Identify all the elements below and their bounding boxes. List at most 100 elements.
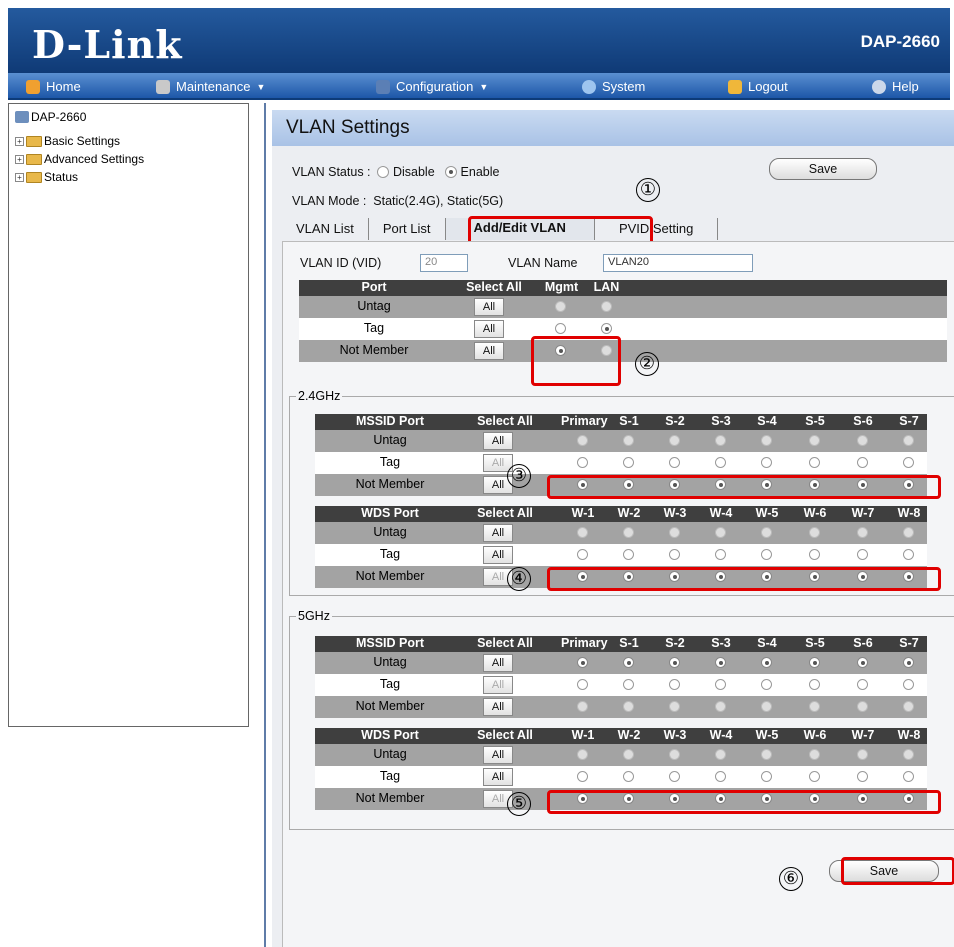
port-radio[interactable] — [669, 749, 680, 760]
menu-help[interactable]: Help — [872, 79, 919, 94]
port-radio[interactable] — [809, 749, 820, 760]
select-all-button[interactable]: All — [483, 654, 513, 672]
expand-icon[interactable]: + — [15, 136, 24, 146]
port-radio[interactable] — [903, 679, 914, 690]
port-radio[interactable] — [577, 435, 588, 446]
vid-input[interactable]: 20 — [420, 254, 468, 272]
select-all-button[interactable]: All — [483, 432, 513, 450]
mgmt-radio[interactable] — [555, 301, 566, 312]
tab-vlan-list[interactable]: VLAN List — [282, 218, 369, 240]
port-radio[interactable] — [761, 457, 772, 468]
port-radio[interactable] — [623, 679, 634, 690]
select-all-button[interactable]: All — [474, 342, 504, 360]
port-radio[interactable] — [577, 749, 588, 760]
port-radio[interactable] — [623, 457, 634, 468]
port-radio[interactable] — [809, 435, 820, 446]
menu-configuration[interactable]: Configuration ▼ — [376, 79, 488, 94]
expand-icon[interactable]: + — [15, 154, 24, 164]
port-radio[interactable] — [715, 527, 726, 538]
port-radio[interactable] — [577, 549, 588, 560]
port-radio[interactable] — [761, 771, 772, 782]
port-radio[interactable] — [669, 527, 680, 538]
port-radio[interactable] — [809, 549, 820, 560]
port-radio[interactable] — [857, 527, 868, 538]
port-radio[interactable] — [669, 701, 680, 712]
port-radio[interactable] — [715, 657, 726, 668]
port-radio[interactable] — [577, 657, 588, 668]
menu-logout[interactable]: Logout — [728, 79, 788, 94]
expand-icon[interactable]: + — [15, 172, 24, 182]
tree-root[interactable]: DAP-2660 — [15, 110, 86, 124]
port-radio[interactable] — [903, 657, 914, 668]
mgmt-radio[interactable] — [555, 323, 566, 334]
port-radio[interactable] — [623, 771, 634, 782]
port-radio[interactable] — [715, 435, 726, 446]
port-radio[interactable] — [809, 527, 820, 538]
port-radio[interactable] — [715, 457, 726, 468]
menu-maintenance[interactable]: Maintenance ▼ — [156, 79, 265, 94]
port-radio[interactable] — [577, 771, 588, 782]
port-radio[interactable] — [623, 549, 634, 560]
port-radio[interactable] — [809, 701, 820, 712]
vlan-name-input[interactable]: VLAN20 — [603, 254, 753, 272]
port-radio[interactable] — [857, 657, 868, 668]
menu-system[interactable]: System — [582, 79, 645, 94]
port-radio[interactable] — [903, 457, 914, 468]
port-radio[interactable] — [669, 549, 680, 560]
port-radio[interactable] — [903, 549, 914, 560]
port-radio[interactable] — [715, 549, 726, 560]
tab-port-list[interactable]: Port List — [369, 218, 446, 240]
select-all-button[interactable]: All — [474, 298, 504, 316]
port-radio[interactable] — [809, 657, 820, 668]
port-radio[interactable] — [809, 679, 820, 690]
port-radio[interactable] — [577, 527, 588, 538]
port-radio[interactable] — [903, 771, 914, 782]
lan-radio[interactable] — [601, 301, 612, 312]
port-radio[interactable] — [903, 749, 914, 760]
enable-radio[interactable] — [445, 166, 458, 178]
port-radio[interactable] — [903, 701, 914, 712]
lan-radio[interactable] — [601, 323, 612, 334]
port-radio[interactable] — [623, 435, 634, 446]
port-radio[interactable] — [623, 657, 634, 668]
port-radio[interactable] — [669, 435, 680, 446]
disable-radio[interactable] — [377, 166, 390, 178]
port-radio[interactable] — [761, 657, 772, 668]
port-radio[interactable] — [761, 679, 772, 690]
port-radio[interactable] — [761, 749, 772, 760]
port-radio[interactable] — [857, 771, 868, 782]
port-radio[interactable] — [577, 701, 588, 712]
port-radio[interactable] — [761, 435, 772, 446]
port-radio[interactable] — [857, 435, 868, 446]
port-radio[interactable] — [903, 527, 914, 538]
select-all-button[interactable]: All — [483, 746, 513, 764]
port-radio[interactable] — [761, 549, 772, 560]
port-radio[interactable] — [857, 701, 868, 712]
tree-status[interactable]: + Status — [15, 170, 78, 184]
save-button[interactable]: Save — [769, 158, 877, 180]
tree-advanced-settings[interactable]: + Advanced Settings — [15, 152, 144, 166]
port-radio[interactable] — [809, 457, 820, 468]
port-radio[interactable] — [857, 457, 868, 468]
select-all-button[interactable]: All — [483, 524, 513, 542]
tree-basic-settings[interactable]: + Basic Settings — [15, 134, 120, 148]
select-all-button[interactable]: All — [483, 546, 513, 564]
port-radio[interactable] — [623, 527, 634, 538]
select-all-button[interactable]: All — [483, 676, 513, 694]
port-radio[interactable] — [669, 679, 680, 690]
port-radio[interactable] — [857, 549, 868, 560]
select-all-button[interactable]: All — [474, 320, 504, 338]
port-radio[interactable] — [809, 771, 820, 782]
port-radio[interactable] — [577, 679, 588, 690]
port-radio[interactable] — [857, 749, 868, 760]
port-radio[interactable] — [903, 435, 914, 446]
select-all-button[interactable]: All — [483, 698, 513, 716]
port-radio[interactable] — [623, 701, 634, 712]
port-radio[interactable] — [623, 749, 634, 760]
port-radio[interactable] — [669, 657, 680, 668]
port-radio[interactable] — [669, 457, 680, 468]
port-radio[interactable] — [857, 679, 868, 690]
port-radio[interactable] — [715, 749, 726, 760]
port-radio[interactable] — [669, 771, 680, 782]
port-radio[interactable] — [715, 771, 726, 782]
